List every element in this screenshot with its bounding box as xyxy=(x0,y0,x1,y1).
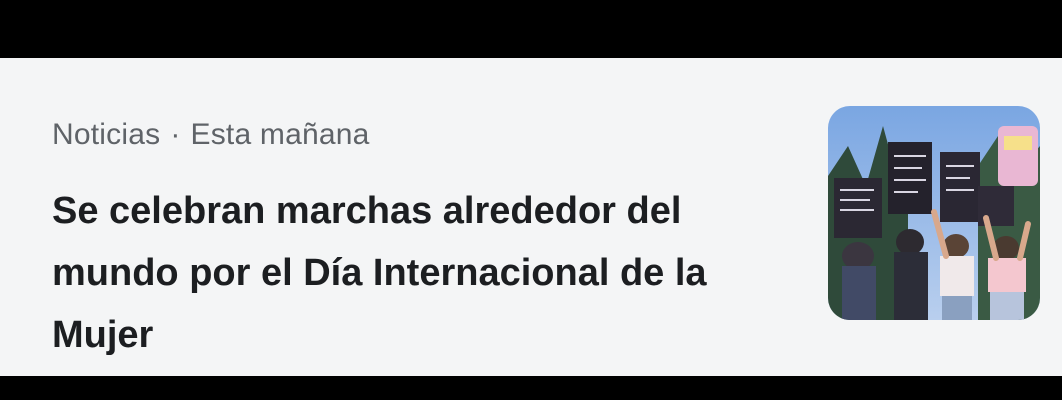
protest-photo-icon xyxy=(828,106,1040,320)
news-headline[interactable]: Se celebran marchas alrededor del mundo … xyxy=(52,180,792,366)
news-thumbnail[interactable] xyxy=(828,106,1040,320)
news-meta: Noticias · Esta mañana xyxy=(52,118,370,152)
news-source: Noticias xyxy=(52,118,161,151)
news-time: Esta mañana xyxy=(190,118,370,151)
screen: Noticias · Esta mañana Se celebran marchas… xyxy=(0,0,1062,400)
meta-separator: · xyxy=(170,118,181,151)
news-card[interactable]: Noticias · Esta mañana Se celebran marchas… xyxy=(0,58,1062,376)
